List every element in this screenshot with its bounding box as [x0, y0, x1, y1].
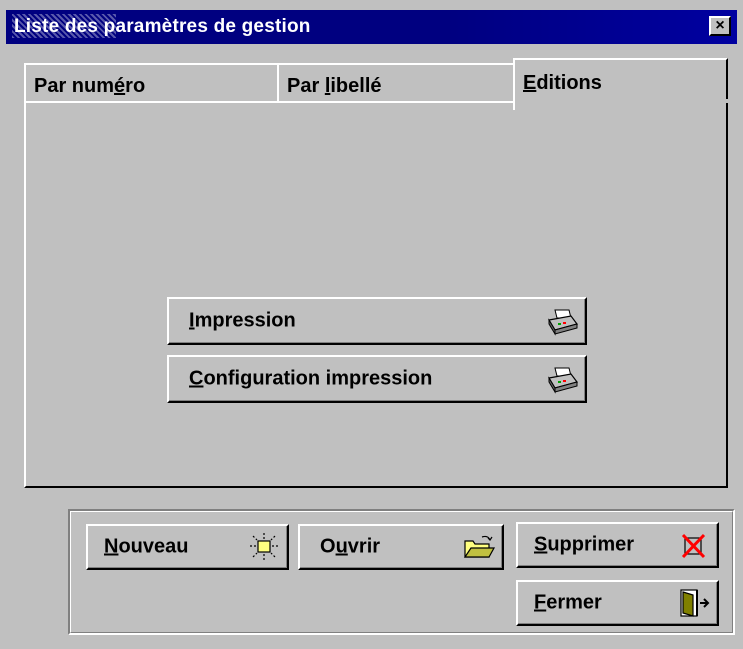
- ouvrir-button[interactable]: Ouvrir: [298, 524, 504, 570]
- tab-label: Par libellé: [287, 75, 382, 97]
- tab-par-numero[interactable]: Par numéro: [24, 63, 279, 103]
- nouveau-label: Nouveau: [104, 535, 189, 558]
- window-title: Liste des paramètres de gestion: [14, 16, 311, 37]
- tab-label: Par numéro: [34, 75, 146, 97]
- supprimer-button[interactable]: Supprimer: [516, 522, 719, 568]
- title-bar[interactable]: Liste des paramètres de gestion ×: [6, 10, 737, 44]
- fermer-button[interactable]: Fermer: [516, 580, 719, 626]
- impression-button[interactable]: Impression: [167, 297, 587, 345]
- exit-door-icon: [680, 589, 710, 617]
- new-document-icon: [250, 533, 278, 561]
- close-icon: ×: [715, 17, 725, 34]
- printer-icon: [548, 367, 579, 394]
- tab-label: Editions: [523, 72, 602, 94]
- close-button[interactable]: ×: [709, 16, 731, 36]
- dialog-window: Liste des paramètres de gestion × Par nu…: [0, 0, 743, 649]
- configuration-impression-label: Configuration impression: [189, 367, 433, 390]
- active-tab-join: [515, 99, 728, 103]
- configuration-impression-button[interactable]: Configuration impression: [167, 355, 587, 403]
- open-folder-icon: [463, 535, 496, 558]
- fermer-label: Fermer: [534, 591, 602, 614]
- tab-par-libelle[interactable]: Par libellé: [277, 63, 517, 103]
- impression-label: Impression: [189, 309, 296, 332]
- printer-icon: [548, 309, 579, 336]
- ouvrir-label: Ouvrir: [320, 535, 381, 558]
- tab-panel-editions: [24, 101, 728, 488]
- nouveau-button[interactable]: Nouveau: [86, 524, 289, 570]
- delete-icon: [681, 533, 706, 559]
- supprimer-label: Supprimer: [534, 533, 635, 556]
